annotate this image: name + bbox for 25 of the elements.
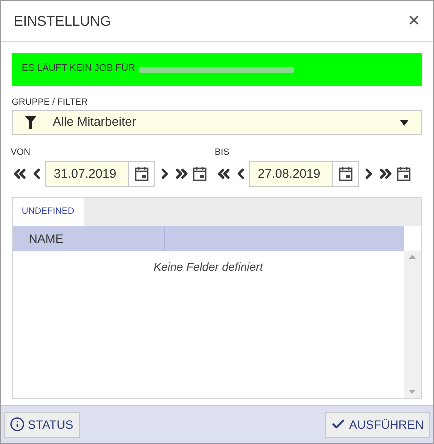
status-button[interactable]: STATUS (4, 412, 80, 438)
date-label: VON (11, 148, 32, 157)
date-label: BIS (215, 148, 231, 157)
banner-text: ES LÄUFT KEIN JOB FÜR (22, 62, 136, 76)
calendar-button[interactable] (129, 161, 155, 187)
tab[interactable]: UNDEFINED (13, 198, 84, 226)
calendar-icon[interactable] (134, 166, 148, 182)
window-title: EINSTELLUNG (14, 12, 112, 30)
calendar-icon[interactable] (397, 166, 411, 182)
date-field[interactable]: 27.08.2019 (249, 161, 333, 187)
calendar-button[interactable] (333, 161, 359, 187)
date-field[interactable]: 31.07.2019 (45, 161, 129, 187)
info-icon (10, 417, 25, 432)
empty-message: Keine Felder definiert (154, 261, 264, 276)
caret-icon (400, 120, 409, 126)
filter-icon (25, 116, 37, 129)
filter-value: Alle Mitarbeiter (53, 114, 138, 132)
filter-label: GRUPPE / FILTER (12, 98, 89, 107)
close-button[interactable]: × (408, 11, 420, 31)
calendar-icon[interactable] (338, 166, 352, 182)
blurred-text-icon (139, 66, 294, 74)
calendar-icon[interactable] (193, 166, 207, 182)
filter-dropdown[interactable]: Alle Mitarbeiter (12, 110, 422, 135)
run-button[interactable]: AUSFÜHREN (325, 412, 430, 438)
column-header[interactable]: NAME (13, 226, 165, 251)
